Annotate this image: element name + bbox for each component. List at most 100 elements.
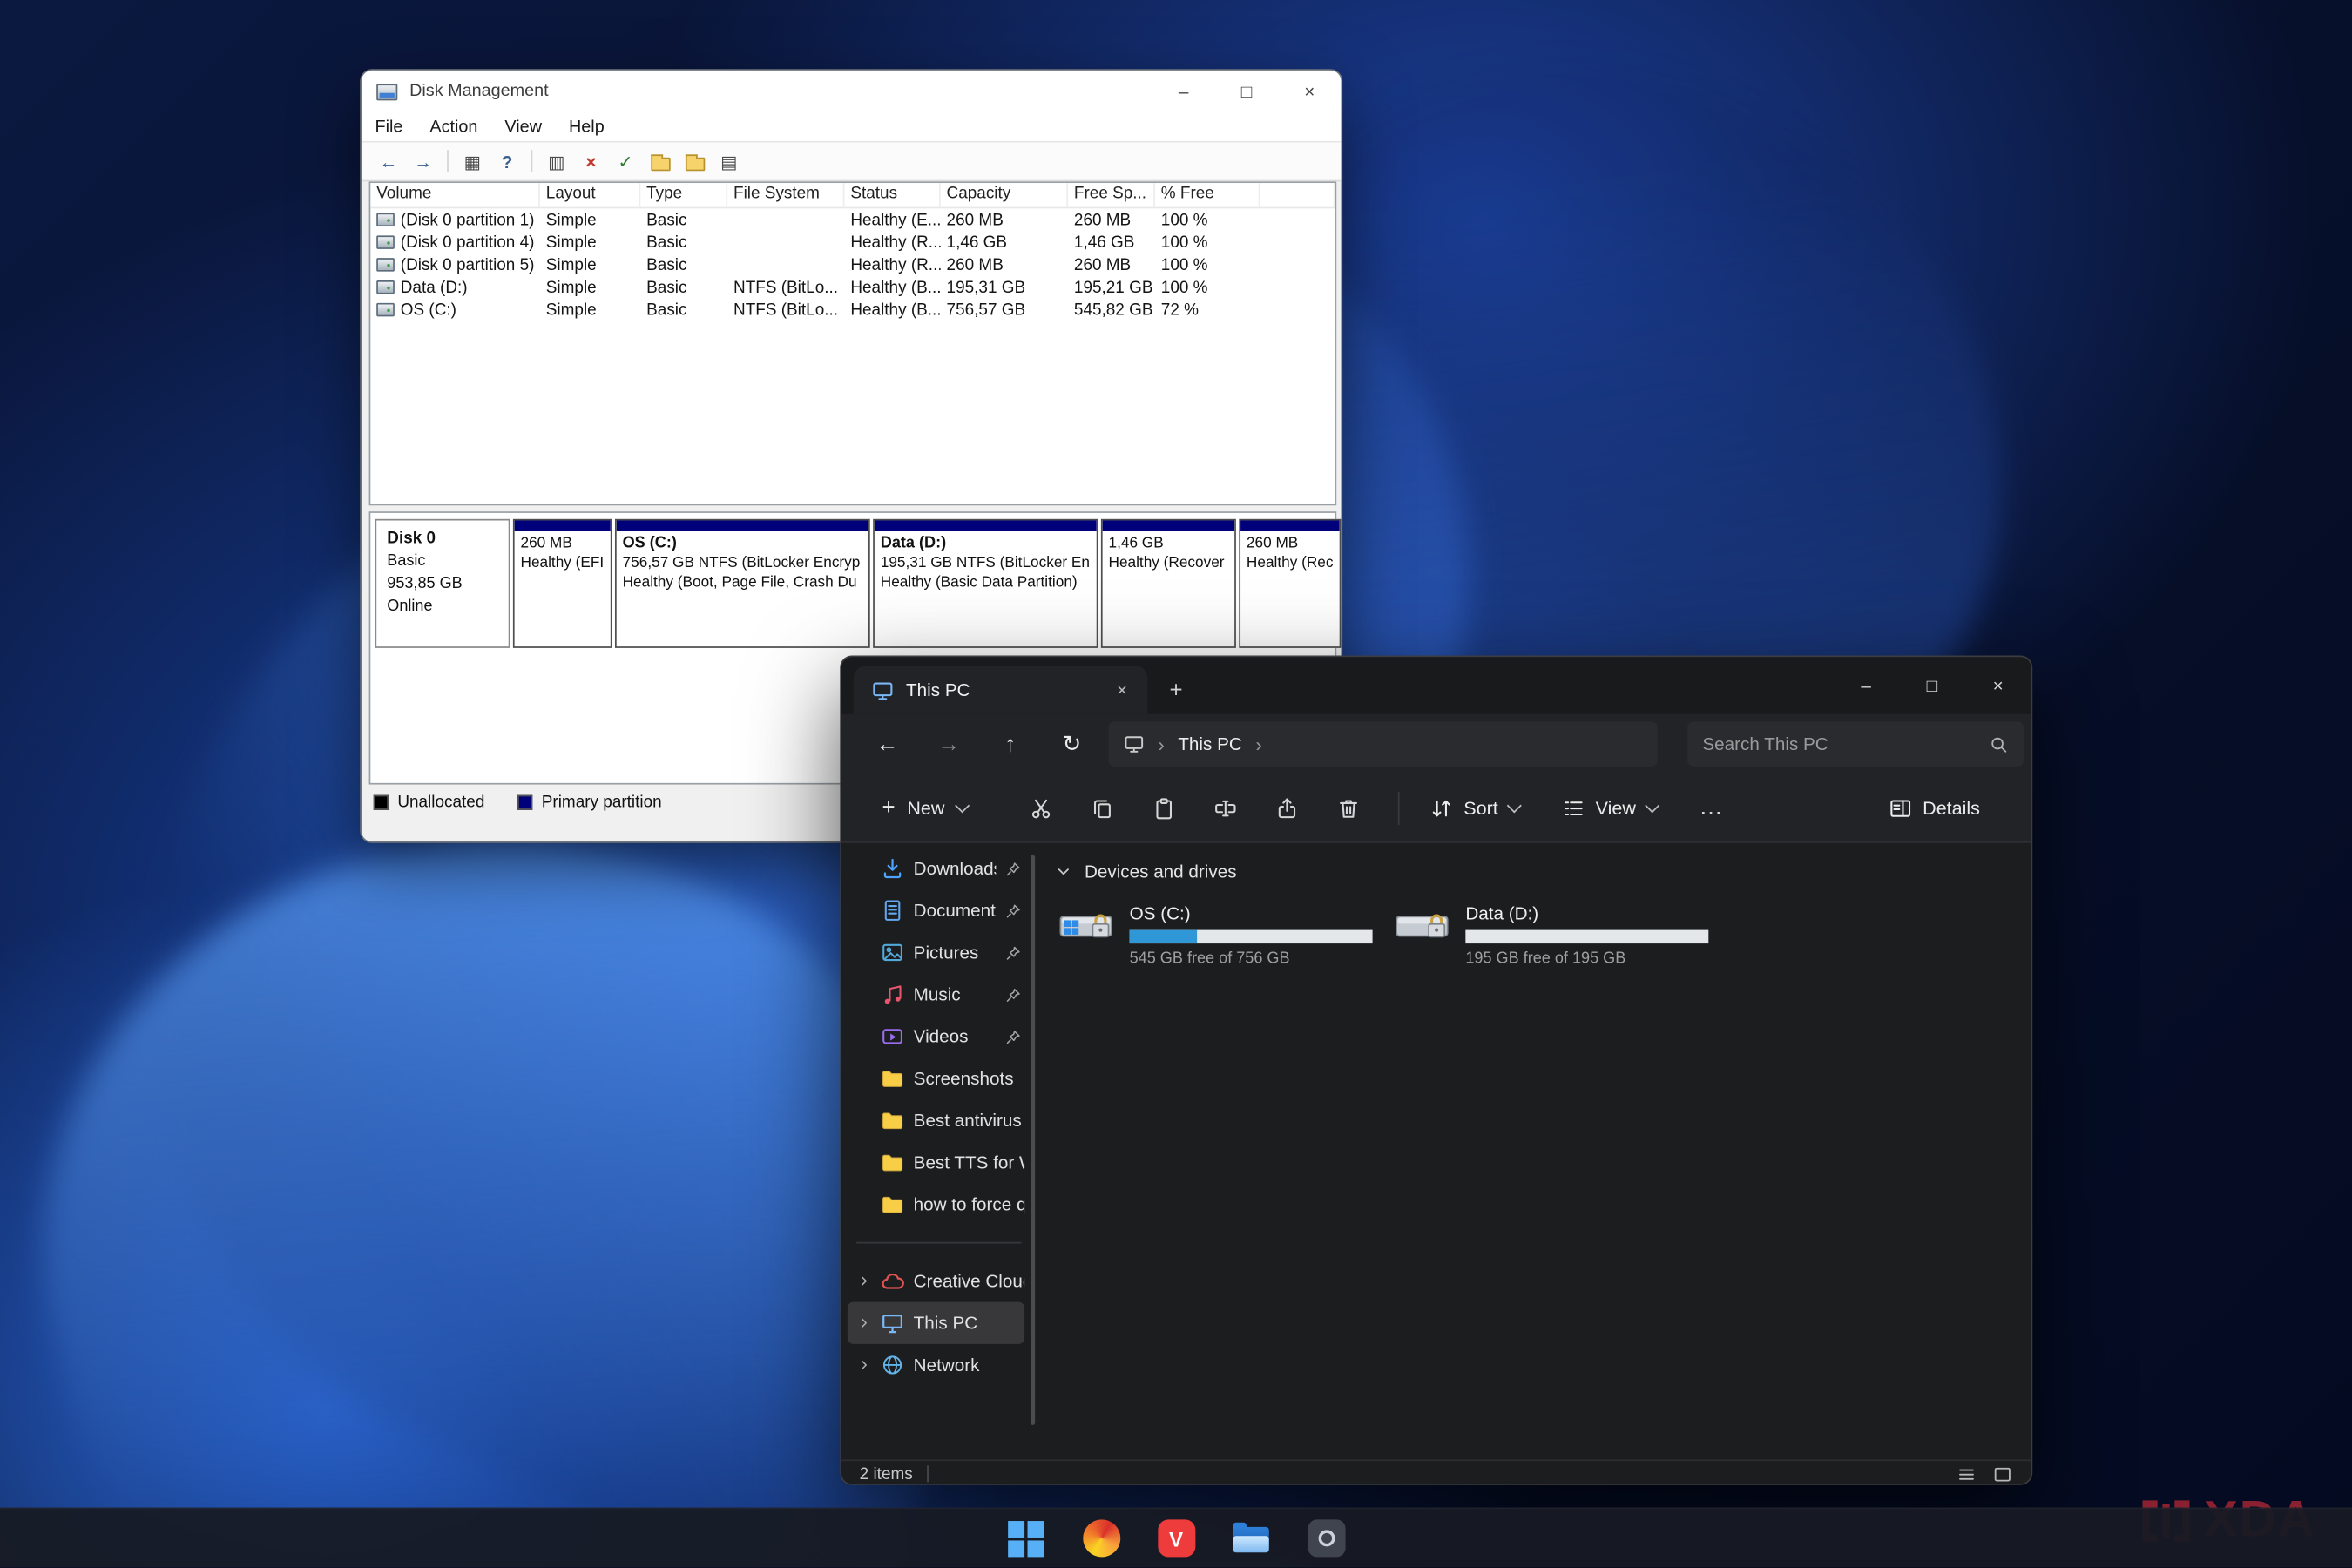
column-header-type[interactable]: Type xyxy=(640,183,727,207)
partition-segments: 260 MB Healthy (EFI OS (C:) 756,57 GB NT… xyxy=(513,519,1342,648)
column-header-volume[interactable]: Volume xyxy=(370,183,540,207)
list-view-toggle-icon[interactable] xyxy=(1956,1463,1977,1484)
paste-button[interactable] xyxy=(1137,782,1191,834)
section-devices-and-drives[interactable]: Devices and drives xyxy=(1055,861,2031,882)
new-tab-button[interactable]: + xyxy=(1157,671,1196,710)
vivaldi-button[interactable]: V xyxy=(1149,1513,1203,1565)
console-window-icon[interactable]: ▦ xyxy=(457,147,487,176)
column-header-status[interactable]: Status xyxy=(844,183,940,207)
thumbnail-view-toggle-icon[interactable] xyxy=(1992,1463,2013,1484)
partition-color-strip xyxy=(515,521,611,531)
minimize-button[interactable]: – xyxy=(1833,657,1899,713)
drive-tile-os-c[interactable]: OS (C:) 545 GB free of 756 GB xyxy=(1055,900,1379,972)
search-box[interactable] xyxy=(1687,721,2024,767)
share-button[interactable] xyxy=(1260,782,1314,834)
menu-action[interactable]: Action xyxy=(416,118,491,136)
sidebar-item-how-to-force[interactable]: how to force qu xyxy=(848,1184,1024,1226)
cut-icon xyxy=(1029,795,1053,820)
sidebar-item-screenshots[interactable]: Screenshots xyxy=(848,1058,1024,1099)
drive-name: OS (C:) xyxy=(1130,903,1373,924)
content-pane: Devices and drives xyxy=(1037,843,2031,1460)
disk0-info-panel[interactable]: Disk 0 Basic 953,85 GB Online xyxy=(375,519,510,648)
sidebar-item-label: Best TTS for Win xyxy=(914,1152,1024,1173)
refresh-button[interactable]: ↻ xyxy=(1047,721,1097,767)
rename-button[interactable] xyxy=(1198,782,1252,834)
delete-button[interactable] xyxy=(1321,782,1375,834)
list-view-icon[interactable]: ▤ xyxy=(714,147,744,176)
address-bar[interactable]: › This PC › xyxy=(1109,721,1658,767)
partition-color-strip xyxy=(1240,521,1340,531)
sidebar-item-best-tts[interactable]: Best TTS for Win xyxy=(848,1141,1024,1183)
disk-management-titlebar[interactable]: Disk Management – □ × xyxy=(362,71,1341,112)
cut-button[interactable] xyxy=(1014,782,1068,834)
forward-button[interactable]: → xyxy=(924,721,974,767)
partition-segment-data-d[interactable]: Data (D:) 195,31 GB NTFS (BitLocker En H… xyxy=(873,519,1098,648)
start-button[interactable] xyxy=(999,1513,1053,1565)
display-icon[interactable]: ▥ xyxy=(542,147,571,176)
sidebar-item-best-antivirus[interactable]: Best antivirus xyxy=(848,1099,1024,1141)
close-button[interactable]: × xyxy=(1278,71,1341,112)
column-header-pctfree[interactable]: % Free xyxy=(1155,183,1260,207)
drive-tile-data-d[interactable]: Data (D:) 195 GB free of 195 GB xyxy=(1390,900,1714,972)
details-button[interactable]: Details xyxy=(1873,785,1995,830)
table-row[interactable]: (Disk 0 partition 4) Simple Basic Health… xyxy=(370,231,1335,253)
cell-status: Healthy (B... xyxy=(844,301,940,319)
new-button[interactable]: + New xyxy=(866,785,984,831)
breadcrumb-this-pc[interactable]: This PC xyxy=(1178,733,1242,754)
column-header-filesystem[interactable]: File System xyxy=(727,183,844,207)
close-button[interactable]: × xyxy=(1965,657,2031,713)
drive-free-text: 545 GB free of 756 GB xyxy=(1130,950,1373,968)
cell-layout: Simple xyxy=(540,301,640,319)
table-row[interactable]: Data (D:) Simple Basic NTFS (BitLo... He… xyxy=(370,276,1335,299)
partition-segment-efi[interactable]: 260 MB Healthy (EFI xyxy=(513,519,612,648)
open-folder-icon[interactable] xyxy=(645,147,674,176)
search-input[interactable] xyxy=(1702,733,1989,754)
maximize-button[interactable]: □ xyxy=(1899,657,1965,713)
volume-name: OS (C:) xyxy=(401,301,456,319)
menu-file[interactable]: File xyxy=(362,118,416,136)
sidebar-divider xyxy=(856,1242,1021,1244)
copy-button[interactable] xyxy=(1075,782,1129,834)
sidebar-scrollbar[interactable] xyxy=(1031,855,1035,1425)
delete-partition-icon[interactable]: × xyxy=(576,147,605,176)
cell-capacity: 260 MB xyxy=(941,256,1068,274)
menu-help[interactable]: Help xyxy=(555,118,618,136)
back-icon[interactable]: ← xyxy=(374,147,403,176)
new-folder-icon[interactable] xyxy=(679,147,709,176)
sidebar-item-documents[interactable]: Documents xyxy=(848,889,1024,931)
minimize-button[interactable]: – xyxy=(1152,71,1214,112)
back-button[interactable]: ← xyxy=(862,721,912,767)
table-row[interactable]: OS (C:) Simple Basic NTFS (BitLo... Heal… xyxy=(370,299,1335,321)
check-disk-icon[interactable]: ✓ xyxy=(611,147,640,176)
chevron-right-icon: › xyxy=(1158,733,1164,755)
forward-icon[interactable]: → xyxy=(408,147,437,176)
sidebar-item-videos[interactable]: Videos xyxy=(848,1016,1024,1058)
tab-this-pc[interactable]: This PC × xyxy=(854,666,1148,714)
view-button[interactable]: View xyxy=(1546,785,1672,830)
sidebar-item-network[interactable]: Network xyxy=(848,1344,1024,1386)
table-row[interactable]: (Disk 0 partition 1) Simple Basic Health… xyxy=(370,208,1335,231)
launcher-orange-button[interactable] xyxy=(1074,1513,1128,1565)
partition-segment-recovery2[interactable]: 260 MB Healthy (Rec xyxy=(1239,519,1341,648)
tab-close-button[interactable]: × xyxy=(1109,677,1136,704)
plus-icon: + xyxy=(1169,677,1182,702)
partition-segment-os-c[interactable]: OS (C:) 756,57 GB NTFS (BitLocker Encryp… xyxy=(615,519,870,648)
up-button[interactable]: ↑ xyxy=(985,721,1035,767)
sidebar-item-downloads[interactable]: Downloads xyxy=(848,848,1024,889)
sidebar-item-pictures[interactable]: Pictures xyxy=(848,931,1024,973)
file-explorer-button[interactable] xyxy=(1224,1513,1278,1565)
help-icon[interactable]: ? xyxy=(492,147,522,176)
sort-button[interactable]: Sort xyxy=(1414,785,1534,830)
partition-segment-recovery1[interactable]: 1,46 GB Healthy (Recover xyxy=(1101,519,1236,648)
sidebar-item-this-pc[interactable]: This PC xyxy=(848,1302,1024,1344)
more-options-button[interactable]: … xyxy=(1684,782,1738,834)
menu-view[interactable]: View xyxy=(491,118,556,136)
sidebar-item-music[interactable]: Music xyxy=(848,974,1024,1016)
column-header-layout[interactable]: Layout xyxy=(540,183,640,207)
maximize-button[interactable]: □ xyxy=(1215,71,1278,112)
column-header-freespace[interactable]: Free Sp... xyxy=(1068,183,1155,207)
table-row[interactable]: (Disk 0 partition 5) Simple Basic Health… xyxy=(370,253,1335,276)
utility-button[interactable] xyxy=(1299,1513,1353,1565)
sidebar-item-creative-cloud[interactable]: Creative Cloud F xyxy=(848,1260,1024,1301)
column-header-capacity[interactable]: Capacity xyxy=(941,183,1068,207)
